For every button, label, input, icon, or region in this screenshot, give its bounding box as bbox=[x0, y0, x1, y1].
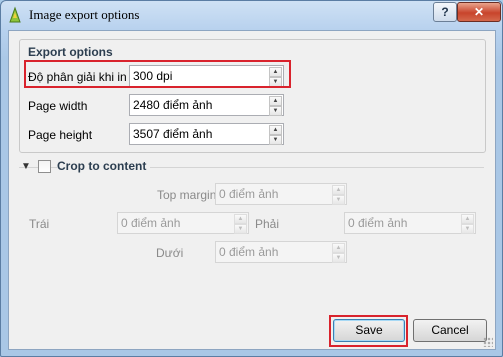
qgis-app-icon bbox=[9, 6, 21, 23]
crop-to-content-header[interactable]: ▼ Crop to content bbox=[19, 159, 484, 177]
help-button[interactable]: ? bbox=[433, 2, 457, 22]
resolution-highlight bbox=[24, 60, 291, 88]
close-button[interactable]: ✕ bbox=[457, 2, 501, 22]
top-margin-label: Top margin bbox=[157, 188, 217, 202]
bottom-margin-stepper[interactable]: ▲ ▼ bbox=[332, 243, 345, 263]
right-margin-spinbox[interactable]: 0 điểm ảnh ▲ ▼ bbox=[344, 212, 476, 234]
title-bar[interactable]: Image export options ? ✕ bbox=[1, 1, 502, 29]
left-margin-stepper[interactable]: ▲ ▼ bbox=[234, 214, 247, 234]
bottom-margin-value[interactable]: 0 điểm ảnh bbox=[219, 245, 278, 259]
page-width-label: Page width bbox=[28, 99, 88, 113]
spin-down-icon[interactable]: ▼ bbox=[234, 224, 247, 234]
window-title: Image export options bbox=[29, 7, 140, 22]
bottom-margin-label: Dưới bbox=[156, 246, 184, 260]
top-margin-stepper[interactable]: ▲ ▼ bbox=[332, 185, 345, 205]
resize-grip-icon[interactable] bbox=[483, 337, 493, 347]
right-margin-stepper[interactable]: ▲ ▼ bbox=[461, 214, 474, 234]
left-margin-label: Trái bbox=[29, 217, 50, 231]
top-margin-spinbox[interactable]: 0 điểm ảnh ▲ ▼ bbox=[215, 183, 347, 205]
spin-up-icon[interactable]: ▲ bbox=[234, 214, 247, 224]
collapse-triangle-icon[interactable]: ▼ bbox=[21, 161, 31, 172]
export-options-title: Export options bbox=[28, 45, 113, 59]
crop-checkbox[interactable] bbox=[38, 160, 51, 173]
right-margin-value[interactable]: 0 điểm ảnh bbox=[348, 216, 407, 230]
page-height-value[interactable]: 3507 điểm ảnh bbox=[133, 127, 212, 141]
left-margin-spinbox[interactable]: 0 điểm ảnh ▲ ▼ bbox=[117, 212, 249, 234]
page-width-stepper[interactable]: ▲ ▼ bbox=[269, 96, 282, 116]
page-width-spinbox[interactable]: 2480 điểm ảnh ▲ ▼ bbox=[129, 94, 284, 116]
crop-label[interactable]: Crop to content bbox=[57, 159, 151, 173]
bottom-margin-spinbox[interactable]: 0 điểm ảnh ▲ ▼ bbox=[215, 241, 347, 263]
page-height-label: Page height bbox=[28, 128, 93, 142]
spin-up-icon[interactable]: ▲ bbox=[332, 185, 345, 195]
page-width-value[interactable]: 2480 điểm ảnh bbox=[133, 98, 212, 112]
export-options-group: Export options Độ phân giải khi in 300 d… bbox=[19, 39, 486, 153]
page-height-stepper[interactable]: ▲ ▼ bbox=[269, 125, 282, 145]
spin-up-icon[interactable]: ▲ bbox=[332, 243, 345, 253]
spin-up-icon[interactable]: ▲ bbox=[269, 125, 282, 135]
spin-down-icon[interactable]: ▼ bbox=[461, 224, 474, 234]
dialog-body: Export options Độ phân giải khi in 300 d… bbox=[8, 30, 496, 350]
cancel-button[interactable]: Cancel bbox=[413, 319, 487, 342]
page-height-spinbox[interactable]: 3507 điểm ảnh ▲ ▼ bbox=[129, 123, 284, 145]
right-margin-label: Phải bbox=[255, 217, 280, 231]
spin-down-icon[interactable]: ▼ bbox=[332, 253, 345, 263]
spin-down-icon[interactable]: ▼ bbox=[269, 106, 282, 116]
spin-up-icon[interactable]: ▲ bbox=[269, 96, 282, 106]
spin-down-icon[interactable]: ▼ bbox=[269, 135, 282, 145]
dialog-window: Image export options ? ✕ Export options … bbox=[0, 0, 503, 357]
spin-down-icon[interactable]: ▼ bbox=[332, 195, 345, 205]
save-button[interactable]: Save bbox=[333, 319, 405, 342]
top-margin-value[interactable]: 0 điểm ảnh bbox=[219, 187, 278, 201]
spin-up-icon[interactable]: ▲ bbox=[461, 214, 474, 224]
left-margin-value[interactable]: 0 điểm ảnh bbox=[121, 216, 180, 230]
